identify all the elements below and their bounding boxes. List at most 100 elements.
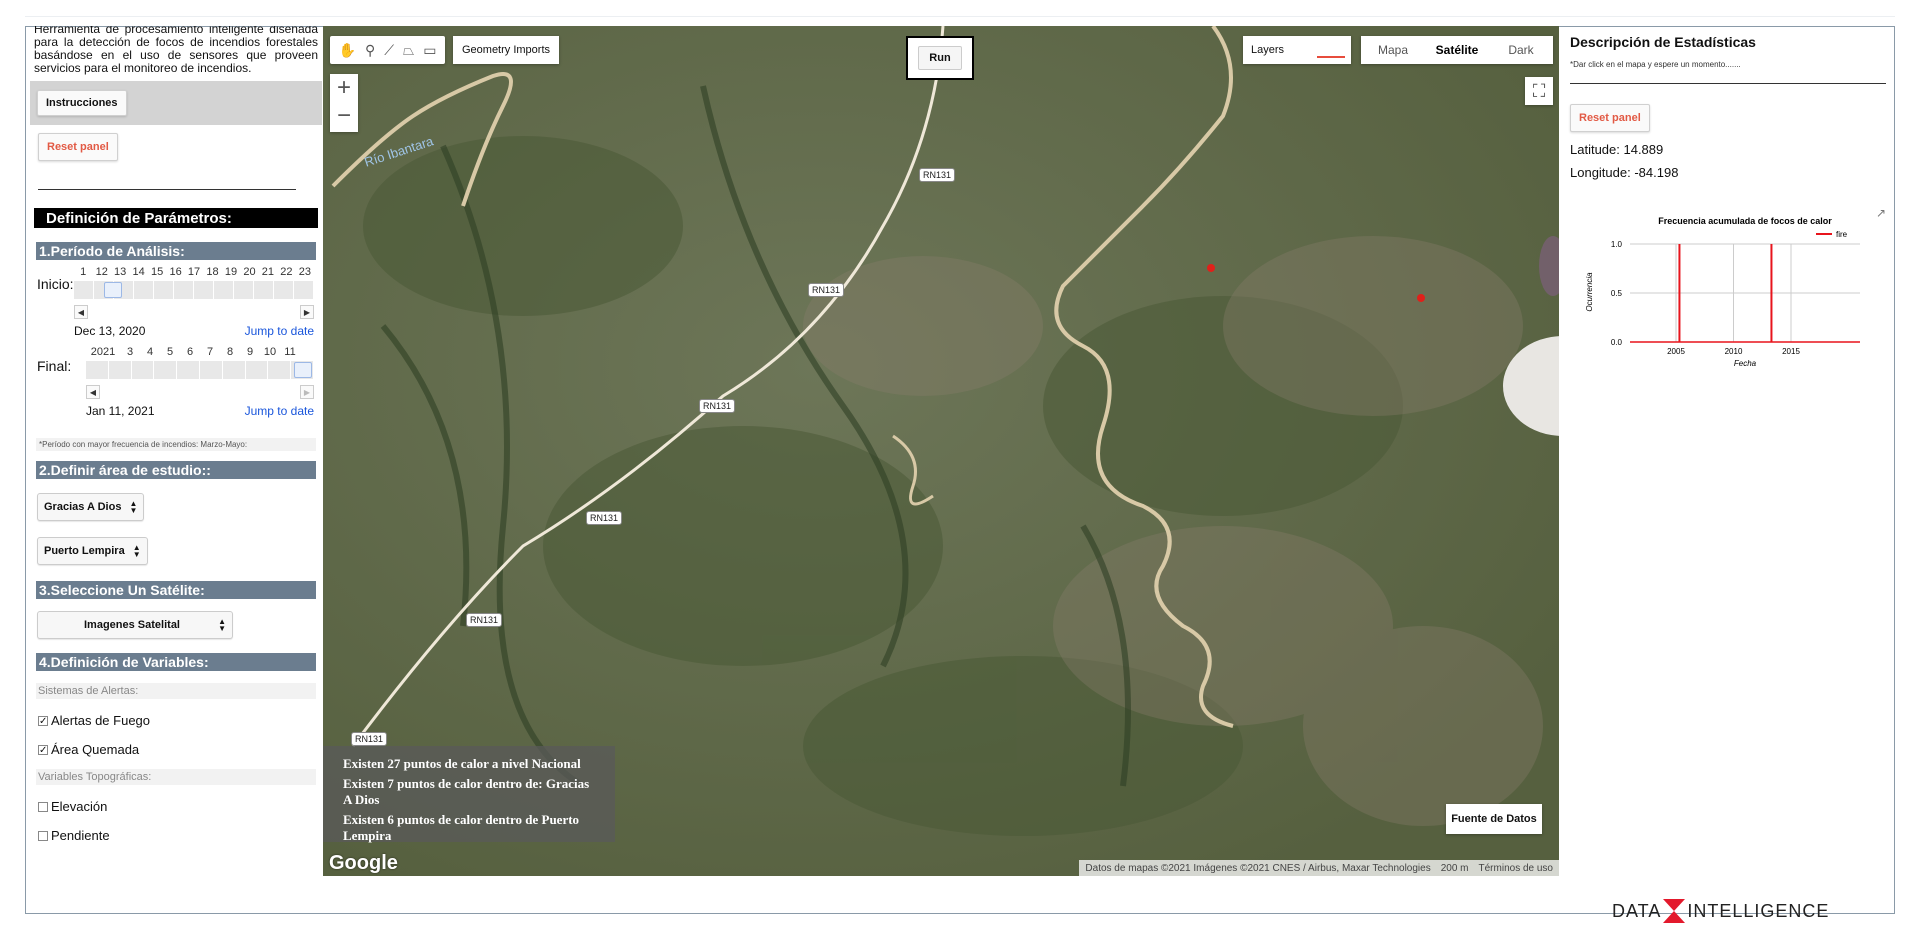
slider-tick-label: 20 xyxy=(243,266,256,278)
google-logo: Google xyxy=(329,852,398,874)
end-thumb[interactable] xyxy=(294,362,312,378)
pan-hand-icon[interactable]: ✋ xyxy=(339,42,356,59)
map-type-satelite[interactable]: Satélite xyxy=(1425,36,1489,64)
slider-tick-label: 14 xyxy=(132,266,145,278)
slider-tick-label: 16 xyxy=(169,266,182,278)
map-type-dark[interactable]: Dark xyxy=(1489,36,1553,64)
run-button[interactable]: Run xyxy=(918,46,962,70)
data-source-button[interactable]: Fuente de Datos xyxy=(1446,804,1542,834)
start-date: Dec 13, 2020 xyxy=(74,324,146,338)
point-marker-icon[interactable]: ⚲ xyxy=(365,42,375,59)
start-slider: Inicio: 1 12 13 14 15 16 17 18 19 20 21 22 23 ◀ ▶ De… xyxy=(30,266,322,338)
geometry-imports-button[interactable]: Geometry Imports xyxy=(453,36,559,64)
end-date: Jan 11, 2021 xyxy=(86,404,155,418)
map-type-mapa[interactable]: Mapa xyxy=(1361,36,1425,64)
data-intelligence-logo: DATA INTELLIGENCE xyxy=(1612,896,1852,926)
slider-tick-label: 12 xyxy=(95,266,108,278)
zoom-out-button[interactable]: − xyxy=(330,102,358,130)
logo-x-mark-icon xyxy=(1663,899,1686,923)
layer-color-swatch xyxy=(1317,56,1345,58)
chart-x-axis-label: Fecha xyxy=(1734,359,1757,368)
period-title: 1.Período de Análisis: xyxy=(36,242,316,260)
hotspot-info-panel: Existen 27 puntos de calor a nivel Nacio… xyxy=(323,746,615,843)
satellite-value: Imagenes Satelital xyxy=(84,619,180,631)
terms-link[interactable]: Términos de uso xyxy=(1479,863,1553,874)
fire-marker[interactable] xyxy=(1207,264,1215,272)
checkbox-empty-icon[interactable] xyxy=(38,801,48,812)
slider-tick-label: 11 xyxy=(284,346,296,358)
checkbox-empty-icon[interactable] xyxy=(38,830,48,841)
line-icon[interactable]: ⟋ xyxy=(384,42,394,59)
slider-tick-label: 23 xyxy=(298,266,311,278)
zoom-in-button[interactable]: + xyxy=(330,74,358,102)
layers-button[interactable]: Layers xyxy=(1243,36,1351,64)
fire-marker[interactable] xyxy=(1417,294,1425,302)
right-panel: Descripción de Estadísticas *Dar click e… xyxy=(1560,26,1894,876)
road-label: RN131 xyxy=(919,168,956,182)
logo-text-right: INTELLIGENCE xyxy=(1687,900,1830,921)
rectangle-icon[interactable]: ▭ xyxy=(423,42,436,59)
slider-tick-label: 21 xyxy=(261,266,275,278)
slider-tick-label: 7 xyxy=(206,346,214,358)
department-hotspots: Existen 7 puntos de calor dentro de: Gra… xyxy=(343,776,590,807)
slider-tick-label: 13 xyxy=(114,266,127,278)
end-label: Final: xyxy=(37,358,72,374)
polygon-icon[interactable]: ⏢ xyxy=(403,42,414,59)
variables-title: 4.Definición de Variables: xyxy=(36,653,316,671)
end-track[interactable] xyxy=(86,361,314,379)
municipality-hotspots: Existen 6 puntos de calor dentro de Puer… xyxy=(343,812,580,843)
slider-tick-label: 3 xyxy=(126,346,134,358)
slider-tick-label: 19 xyxy=(224,266,238,278)
department-select[interactable]: Gracias A Dios ▲ ▼ xyxy=(37,493,145,521)
checkbox-checked-icon[interactable]: ✓ xyxy=(38,715,48,726)
chart-legend-label: fire xyxy=(1836,230,1848,239)
stats-reset-button[interactable]: Reset panel xyxy=(1570,104,1650,132)
satellite-select[interactable]: Imagenes Satelital ▲ ▼ xyxy=(37,611,233,639)
burned-area-label: Área Quemada xyxy=(51,742,140,757)
fire-alerts-checkbox[interactable]: ✓ Alertas de Fuego xyxy=(30,713,322,728)
instructions-button[interactable]: Instrucciones xyxy=(37,90,127,116)
slider-tick-label: 9 xyxy=(246,346,254,358)
slider-tick-label: 4 xyxy=(146,346,154,358)
logo-text-left: DATA xyxy=(1612,900,1662,921)
end-jump-link[interactable]: Jump to date xyxy=(245,404,314,418)
road-label: RN131 xyxy=(586,511,623,525)
municipality-select[interactable]: Puerto Lempira ▲ ▼ xyxy=(37,537,148,565)
reset-panel-button[interactable]: Reset panel xyxy=(38,133,118,161)
period-note: *Período con mayor frecuencia de incendi… xyxy=(36,438,316,451)
chart-y-tick-label: 0.5 xyxy=(1611,289,1623,298)
attribution-text: Datos de mapas ©2021 Imágenes ©2021 CNES… xyxy=(1085,862,1431,874)
end-prev-arrow[interactable]: ◀ xyxy=(86,385,100,399)
stats-hint: *Dar click en el mapa y espere un moment… xyxy=(1570,60,1741,69)
fire-alerts-label: Alertas de Fuego xyxy=(51,713,151,728)
elevation-checkbox[interactable]: Elevación xyxy=(30,799,322,814)
open-external-icon[interactable]: ↗ xyxy=(1876,206,1886,220)
slope-checkbox[interactable]: Pendiente xyxy=(30,828,322,843)
left-panel: Herramienta de procesamiento inteligente… xyxy=(30,26,322,876)
start-jump-link[interactable]: Jump to date xyxy=(245,324,314,338)
end-next-arrow[interactable]: ▶ xyxy=(300,385,314,399)
chart-title: Frecuencia acumulada de focos de calor xyxy=(1658,216,1832,226)
start-next-arrow[interactable]: ▶ xyxy=(300,305,314,319)
topo-heading: Variables Topográficas: xyxy=(36,769,316,785)
start-prev-arrow[interactable]: ◀ xyxy=(74,305,88,319)
checkbox-checked-icon[interactable]: ✓ xyxy=(38,744,48,755)
road-label: RN131 xyxy=(699,399,736,413)
road-label: RN131 xyxy=(466,613,503,627)
fullscreen-icon[interactable]: ⛶ xyxy=(1525,77,1553,105)
start-track[interactable] xyxy=(74,281,314,299)
department-value: Gracias A Dios xyxy=(44,501,122,513)
slider-tick-label: 5 xyxy=(166,346,174,358)
zoom-control: + − xyxy=(330,74,358,132)
start-thumb[interactable] xyxy=(104,282,122,298)
chart-x-tick-label: 2005 xyxy=(1667,347,1685,356)
area-title: 2.Definir área de estudio:: xyxy=(36,461,316,479)
run-box: Run xyxy=(906,36,974,80)
burned-area-checkbox[interactable]: ✓ Área Quemada xyxy=(30,742,322,757)
select-arrows-icon: ▲ ▼ xyxy=(129,499,138,515)
chart-y-tick-label: 1.0 xyxy=(1611,240,1623,249)
stats-title: Descripción de Estadísticas xyxy=(1570,34,1756,50)
slider-tick-label: 22 xyxy=(280,266,293,278)
map-canvas[interactable]: Río Ibantara RN131 RN131 RN131 RN131 RN1… xyxy=(323,26,1559,876)
chart-x-tick-label: 2015 xyxy=(1782,347,1800,356)
